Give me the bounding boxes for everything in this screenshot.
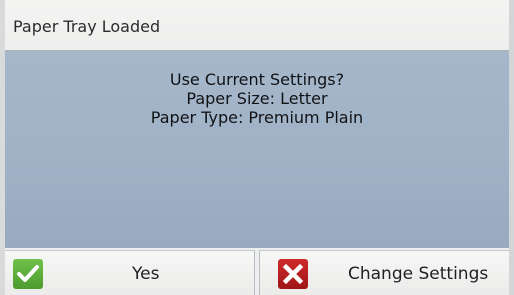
prompt-question: Use Current Settings? xyxy=(169,70,345,89)
settings-prompt: Use Current Settings? Paper Size: Letter… xyxy=(5,70,509,127)
paper-type-text: Paper Type: Premium Plain xyxy=(150,108,364,127)
yes-button[interactable]: Yes xyxy=(5,250,255,295)
checkmark-icon xyxy=(13,259,43,289)
header-bar: Paper Tray Loaded xyxy=(5,0,509,52)
change-settings-button-label: Change Settings xyxy=(348,264,489,284)
yes-button-label: Yes xyxy=(132,264,160,284)
paper-size-text: Paper Size: Letter xyxy=(186,89,328,108)
x-icon xyxy=(278,259,308,289)
printer-dialog-screen: Paper Tray Loaded Use Current Settings? … xyxy=(0,0,514,295)
change-settings-button[interactable]: Change Settings xyxy=(259,250,509,295)
page-title: Paper Tray Loaded xyxy=(13,17,161,36)
